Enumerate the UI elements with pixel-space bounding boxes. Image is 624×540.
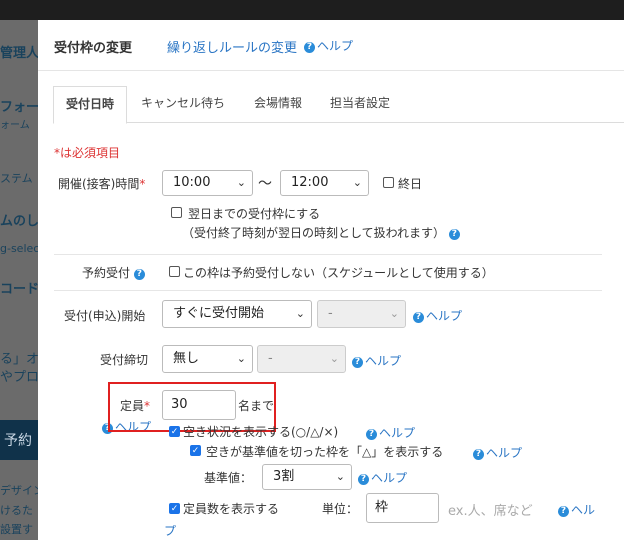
tab-staff-settings[interactable]: 担当者設定 — [330, 86, 390, 121]
background-topbar — [0, 0, 624, 20]
next-day-note: （受付終了時刻が翌日の時刻として扱われます） ? — [182, 224, 462, 241]
base-help[interactable]: ? ヘルプ — [358, 469, 407, 486]
base-label: 基準値： — [204, 471, 253, 485]
all-day-label: 終日 — [398, 177, 423, 191]
base-value-select[interactable]: 3割 ⌄ — [262, 464, 352, 490]
tab-venue-info[interactable]: 会場情報 — [254, 86, 302, 121]
time-label: 開催(接客)時間* — [58, 177, 146, 191]
background-text: けるた — [0, 504, 33, 517]
chevron-down-icon: ⌄ — [329, 352, 339, 365]
chevron-down-icon: ⌄ — [352, 176, 362, 189]
show-count-help[interactable]: ? ヘル — [558, 501, 595, 518]
show-count-checkbox[interactable]: ✓ — [169, 503, 180, 514]
background-text: ムのし — [0, 214, 40, 229]
tab-reception-time[interactable]: 受付日時 — [53, 86, 128, 124]
help-icon: ? — [304, 42, 315, 53]
start-time-select[interactable]: 10:00 ⌄ — [162, 170, 253, 196]
chevron-down-icon: ⌄ — [295, 307, 305, 320]
all-day-checkbox[interactable] — [383, 177, 394, 188]
reception-start-sub-select[interactable]: - ⌄ — [317, 300, 406, 328]
background-text: コード — [0, 282, 40, 297]
deadline-select[interactable]: 無し ⌄ — [162, 345, 253, 373]
show-vacancy-help[interactable]: ? ヘルプ — [366, 424, 415, 441]
deadline-label: 受付締切 — [100, 353, 149, 367]
unit-input[interactable]: 枠 — [366, 493, 439, 523]
unit-label: 単位： — [322, 502, 359, 516]
threshold-checkbox[interactable]: ✓ — [190, 445, 201, 456]
background-text: フォー — [0, 100, 40, 115]
unit-placeholder: ex.人、席など — [448, 504, 533, 519]
deadline-help[interactable]: ? ヘルプ — [352, 352, 401, 369]
chevron-down-icon: ⌄ — [389, 307, 399, 320]
next-day-checkbox[interactable] — [171, 207, 182, 218]
required-note: *は必須項目 — [54, 146, 121, 160]
help-label: ヘルプ — [317, 39, 354, 53]
help-icon: ? — [352, 357, 363, 368]
help-icon[interactable]: ? — [448, 229, 460, 240]
background-text: ォーム — [0, 120, 30, 131]
threshold-label: 空きが基準値を切った枠を「△」を表示する — [206, 445, 444, 459]
show-vacancy-label: 空き状況を表示する(○/△/×) — [183, 425, 339, 439]
help-icon: ? — [358, 474, 369, 485]
divider — [54, 254, 602, 255]
divider — [54, 290, 602, 291]
no-reservation-label: この枠は予約受付しない（スケジュールとして使用する） — [183, 266, 494, 280]
next-day-label: 翌日までの受付枠にする — [188, 207, 321, 221]
reservation-label: 予約受付 ? — [82, 264, 147, 281]
chevron-down-icon: ⌄ — [236, 176, 246, 189]
modal-title: 受付枠の変更 — [54, 41, 133, 56]
edit-slot-modal: 受付枠の変更 繰り返しルールの変更 ? ヘルプ 受付日時 キャンセル待ち 会場情報… — [38, 20, 624, 540]
help-icon: ? — [558, 506, 569, 517]
help-icon: ? — [413, 312, 424, 323]
end-time-select[interactable]: 12:00 ⌄ — [280, 170, 369, 196]
chevron-down-icon: ⌄ — [236, 352, 246, 365]
repeat-rule-link[interactable]: 繰り返しルールの変更 — [167, 37, 297, 56]
show-count-label: 定員数を表示する — [183, 502, 280, 516]
background-text: 予約 — [4, 433, 32, 449]
time-separator: 〜 — [258, 176, 272, 192]
reception-start-select[interactable]: すぐに受付開始 ⌄ — [162, 300, 312, 328]
background-text: g-selec — [0, 242, 40, 255]
no-reservation-checkbox[interactable] — [169, 266, 180, 277]
tab-bar: 受付日時 キャンセル待ち 会場情報 担当者設定 — [53, 86, 624, 124]
help-icon: ? — [366, 429, 377, 440]
background-text: ステム — [0, 172, 33, 185]
background-text: 設置す — [0, 523, 33, 536]
help-icon: ? — [473, 449, 484, 460]
deadline-sub-select[interactable]: - ⌄ — [257, 345, 346, 373]
threshold-help[interactable]: ? ヘルプ — [473, 444, 522, 461]
background-text: る」オ — [0, 352, 40, 367]
background-text: やプロ — [0, 370, 40, 385]
help-icon[interactable]: ? — [133, 269, 145, 280]
background-banner: 予約 — [0, 420, 40, 460]
reception-start-help[interactable]: ? ヘルプ — [413, 307, 462, 324]
modal-header: 受付枠の変更 繰り返しルールの変更 ? ヘルプ — [38, 20, 624, 71]
reception-start-label: 受付(申込)開始 — [64, 309, 146, 323]
show-count-help-wrap[interactable]: プ — [164, 522, 176, 539]
tab-cancel-wait[interactable]: キャンセル待ち — [141, 86, 225, 121]
show-vacancy-checkbox[interactable]: ✓ — [169, 426, 180, 437]
header-help-link[interactable]: ? ヘルプ — [304, 37, 353, 54]
background-text: 管理人 — [0, 46, 40, 61]
chevron-down-icon: ⌄ — [335, 470, 345, 483]
